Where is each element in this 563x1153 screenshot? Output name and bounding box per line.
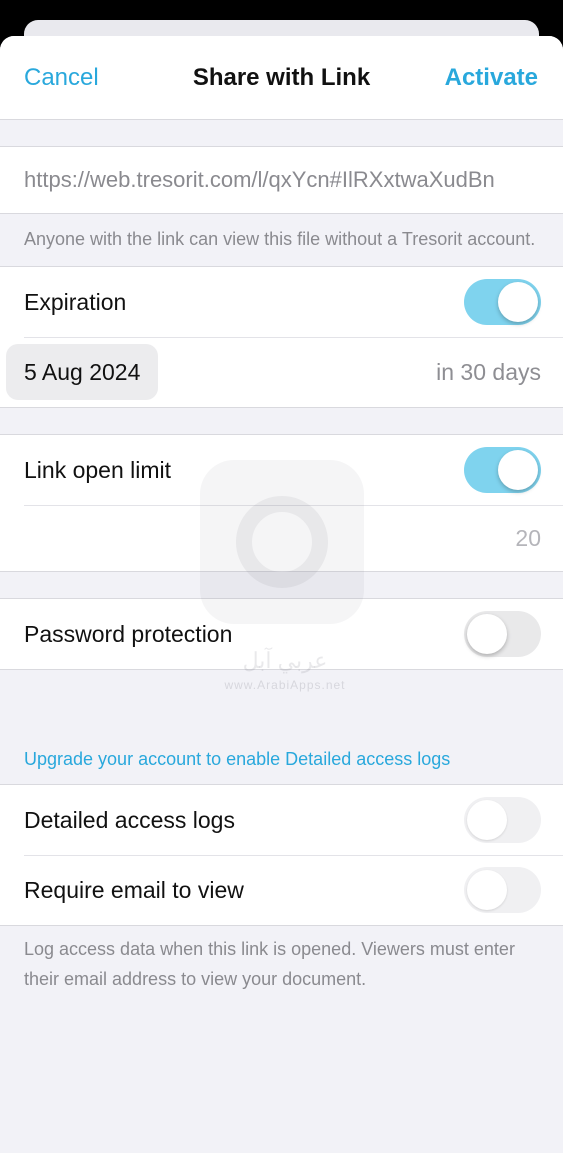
link-note: Anyone with the link can view this file … bbox=[24, 229, 536, 249]
open-limit-row: Link open limit bbox=[0, 435, 563, 505]
access-note: Log access data when this link is opened… bbox=[24, 939, 515, 989]
password-label: Password protection bbox=[24, 620, 233, 647]
detailed-logs-label: Detailed access logs bbox=[24, 806, 235, 833]
toggle-knob bbox=[467, 800, 507, 840]
nav-bar: Cancel Share with Link Activate bbox=[0, 36, 563, 120]
link-url[interactable]: https://web.tresorit.com/l/qxYcn#IlRXxtw… bbox=[24, 167, 539, 193]
toggle-knob bbox=[467, 614, 507, 654]
toggle-knob bbox=[498, 282, 538, 322]
open-limit-group: Link open limit 20 bbox=[0, 434, 563, 572]
require-email-toggle[interactable] bbox=[464, 867, 541, 913]
open-limit-value-row[interactable]: 20 bbox=[0, 505, 563, 571]
expiration-date-row: 5 Aug 2024 in 30 days bbox=[0, 337, 563, 407]
detailed-logs-toggle[interactable] bbox=[464, 797, 541, 843]
toggle-knob bbox=[467, 870, 507, 910]
require-email-label: Require email to view bbox=[24, 876, 244, 903]
expiration-label: Expiration bbox=[24, 288, 127, 315]
link-group: https://web.tresorit.com/l/qxYcn#IlRXxtw… bbox=[0, 146, 563, 214]
expiration-date-picker[interactable]: 5 Aug 2024 bbox=[6, 344, 159, 400]
detailed-logs-row: Detailed access logs bbox=[0, 785, 563, 855]
open-limit-value[interactable]: 20 bbox=[515, 525, 541, 552]
expiration-toggle[interactable] bbox=[464, 279, 541, 325]
password-group: Password protection bbox=[0, 598, 563, 670]
require-email-row: Require email to view bbox=[0, 855, 563, 925]
activate-button[interactable]: Activate bbox=[445, 64, 538, 92]
password-toggle[interactable] bbox=[464, 611, 541, 657]
expiration-group: Expiration 5 Aug 2024 in 30 days bbox=[0, 266, 563, 408]
expiration-row: Expiration bbox=[0, 267, 563, 337]
share-link-sheet: Cancel Share with Link Activate https://… bbox=[0, 36, 563, 1153]
open-limit-label: Link open limit bbox=[24, 456, 172, 483]
access-group: Detailed access logs Require email to vi… bbox=[0, 784, 563, 926]
upgrade-link[interactable]: Upgrade your account to enable Detailed … bbox=[0, 740, 563, 778]
toggle-knob bbox=[498, 450, 538, 490]
link-url-row[interactable]: https://web.tresorit.com/l/qxYcn#IlRXxtw… bbox=[0, 147, 563, 213]
open-limit-toggle[interactable] bbox=[464, 447, 541, 493]
expiration-relative: in 30 days bbox=[436, 358, 541, 385]
password-row: Password protection bbox=[0, 599, 563, 669]
